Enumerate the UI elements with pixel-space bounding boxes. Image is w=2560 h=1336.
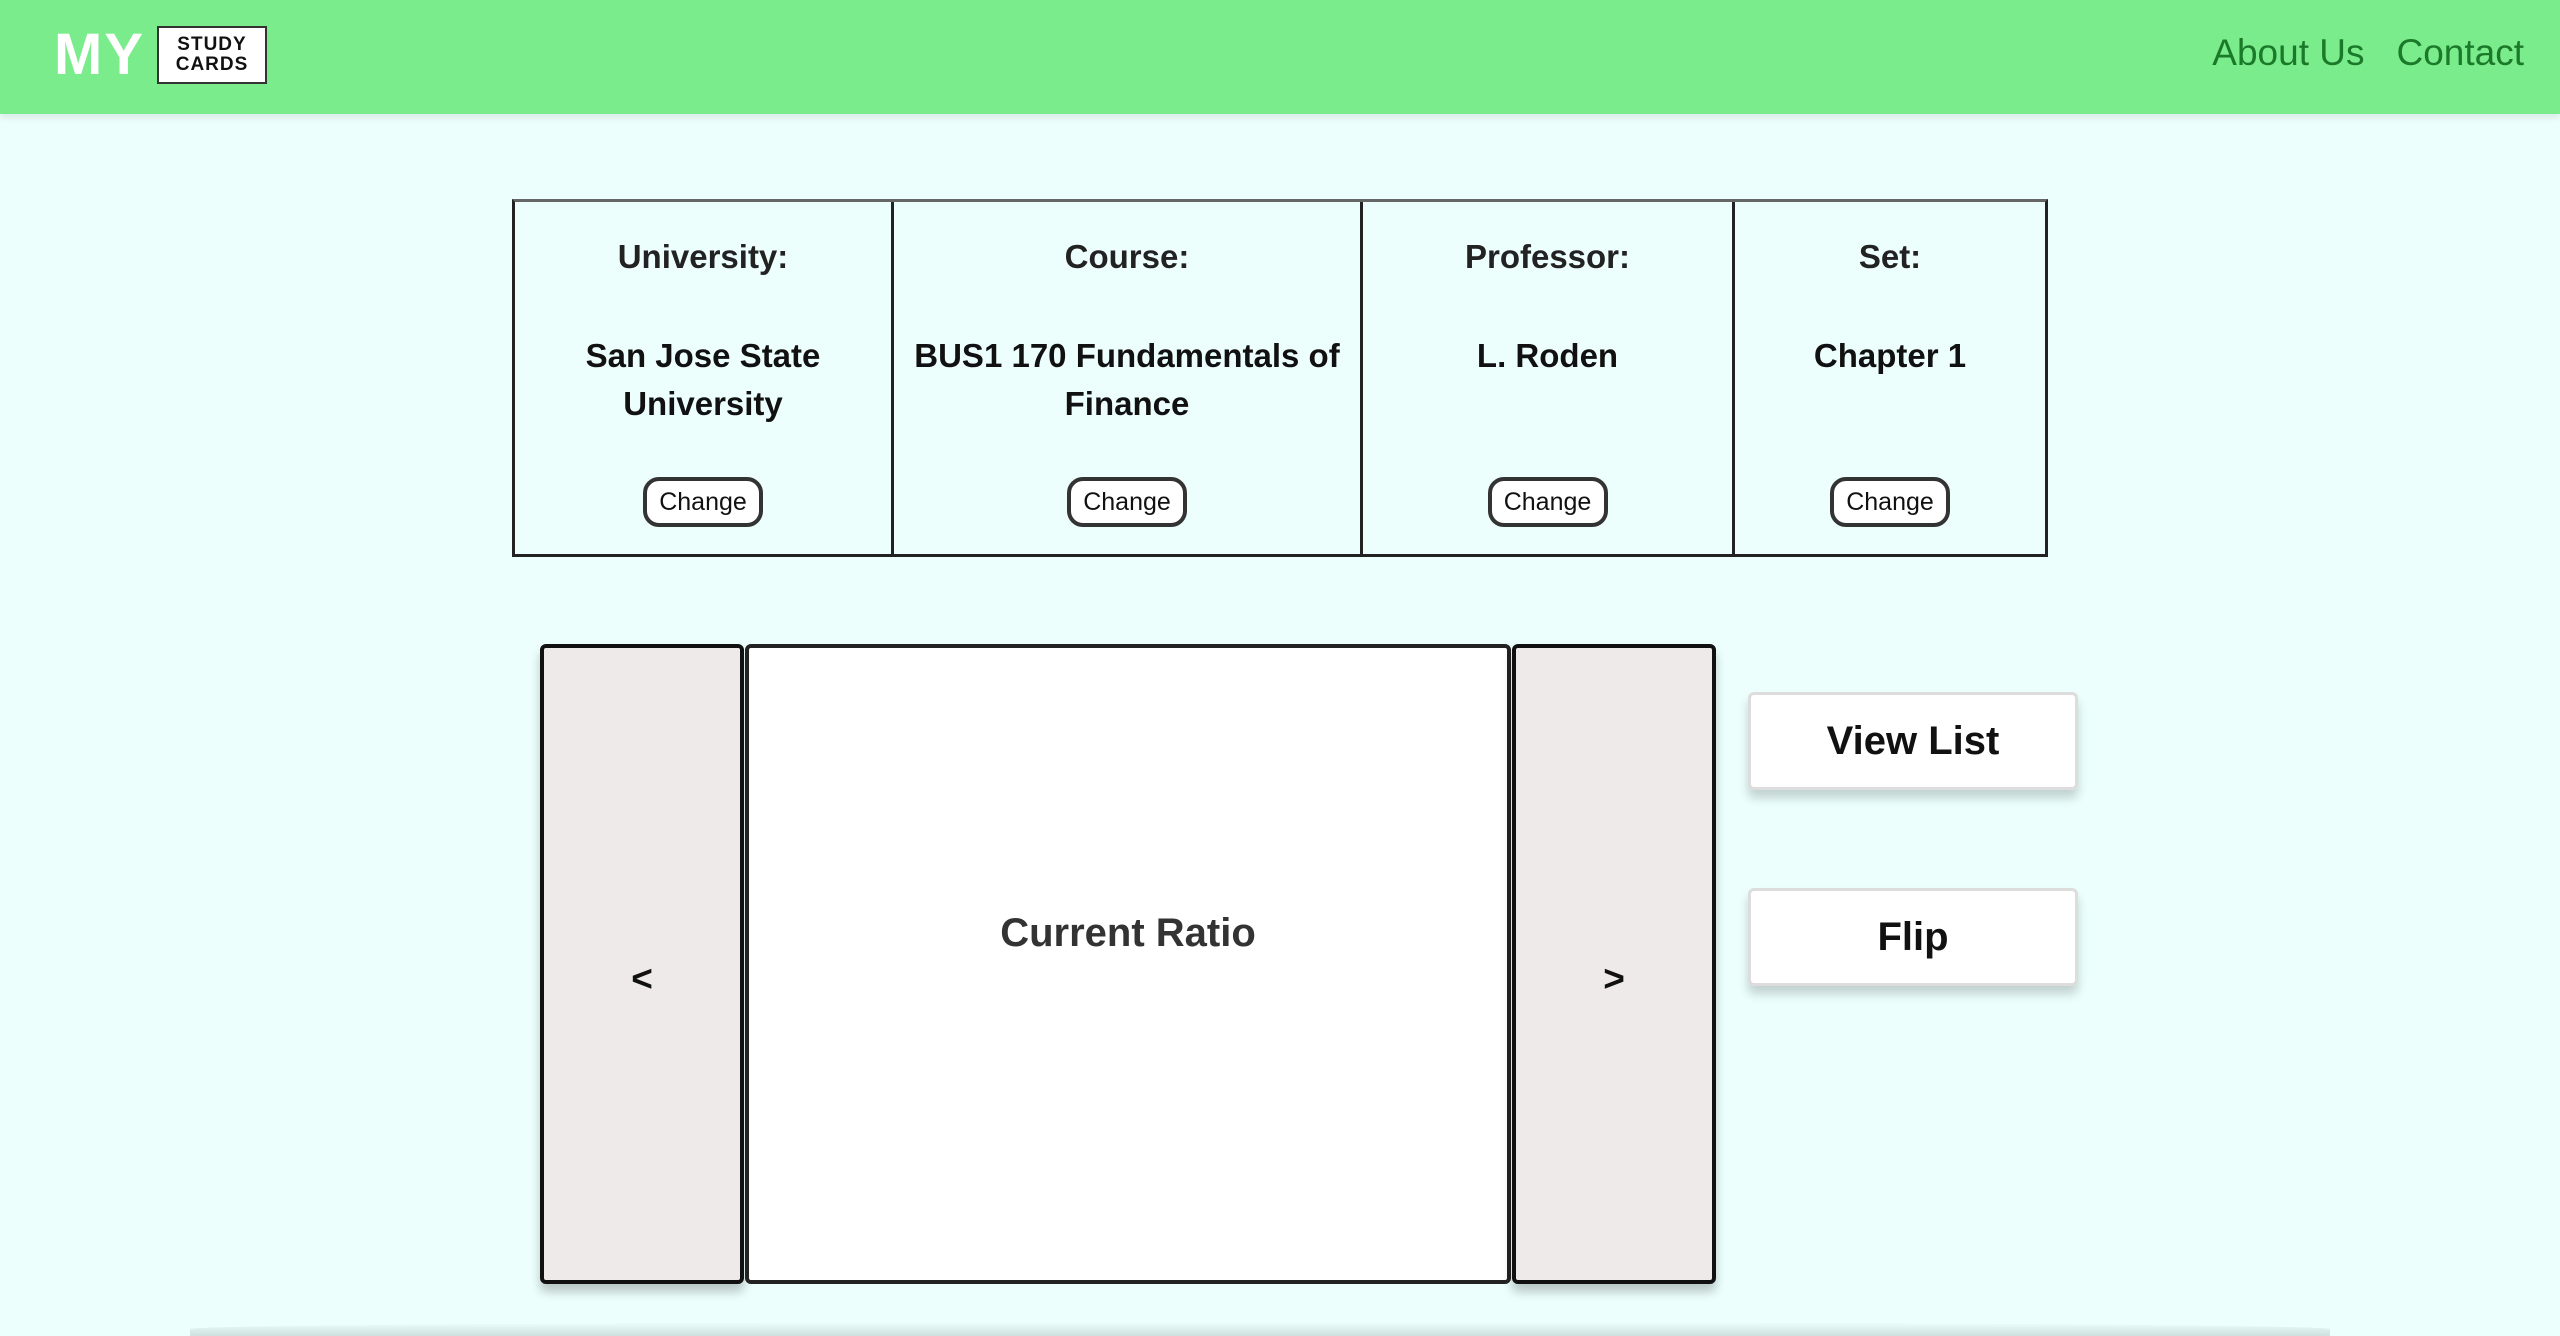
course-cell: Course: BUS1 170 Fundamentals of Finance…: [894, 202, 1363, 554]
change-set-button[interactable]: Change: [1830, 477, 1950, 527]
set-value: Chapter 1: [1813, 337, 1967, 374]
logo[interactable]: MY STUDY CARDS: [54, 26, 267, 84]
set-heading: Set:: [1858, 238, 1922, 275]
university-value: San Jose State University: [585, 337, 821, 422]
set-cell: Set: Chapter 1 Change: [1735, 202, 2045, 554]
logo-study-text: STUDY: [177, 34, 247, 55]
view-list-button[interactable]: View List: [1748, 692, 2078, 790]
flashcard[interactable]: Current Ratio: [745, 644, 1511, 1284]
change-professor-button[interactable]: Change: [1487, 477, 1608, 527]
professor-value: L. Roden: [1476, 337, 1619, 374]
professor-heading: Professor:: [1464, 238, 1631, 275]
logo-my-text: MY: [54, 22, 145, 87]
change-university-button[interactable]: Change: [643, 477, 763, 527]
course-heading: Course:: [1064, 238, 1190, 275]
next-card-button[interactable]: >: [1512, 644, 1716, 1284]
professor-cell: Professor: L. Roden Change: [1363, 202, 1735, 554]
flashcard-text: Current Ratio: [1000, 911, 1256, 955]
nav-about-us-link[interactable]: About Us: [2212, 32, 2364, 74]
logo-cards-text: CARDS: [175, 54, 249, 75]
flip-button[interactable]: Flip: [1748, 888, 2078, 986]
course-value: BUS1 170 Fundamentals of Finance: [914, 337, 1340, 422]
nav-contact-link[interactable]: Contact: [2396, 32, 2524, 74]
top-header: MY STUDY CARDS About Us Contact: [0, 0, 2560, 114]
previous-arrow-icon: <: [631, 958, 653, 999]
university-cell: University: San Jose State University Ch…: [515, 202, 894, 554]
university-heading: University:: [617, 238, 789, 275]
top-nav: About Us Contact: [2212, 32, 2524, 74]
next-arrow-icon: >: [1603, 958, 1625, 999]
bottom-panel-shadow: [190, 1322, 2330, 1336]
logo-box: STUDY CARDS: [157, 26, 267, 84]
change-course-button[interactable]: Change: [1067, 477, 1187, 527]
selection-table: University: San Jose State University Ch…: [512, 199, 2048, 557]
previous-card-button[interactable]: <: [540, 644, 744, 1284]
